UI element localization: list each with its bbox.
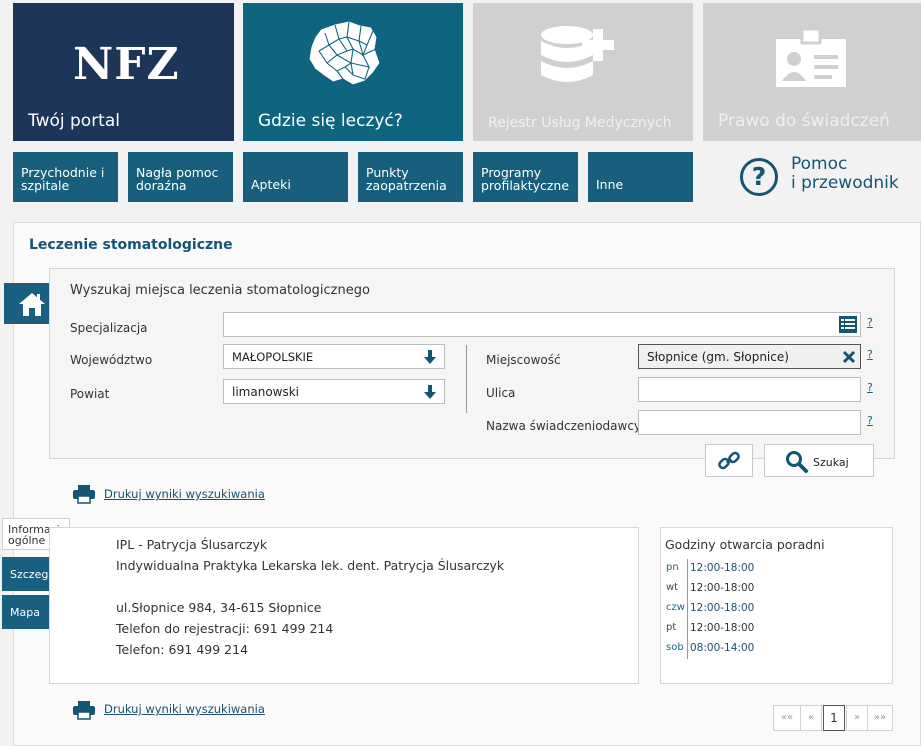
list-icon[interactable] bbox=[839, 316, 857, 333]
ulica-label: Ulica bbox=[486, 386, 516, 400]
provider-full-name: Indywidualna Praktyka Lekarska lek. dent… bbox=[116, 558, 505, 573]
form-column-divider bbox=[466, 345, 467, 413]
print-results-link-bottom[interactable]: Drukuj wyniki wyszukiwania bbox=[104, 702, 265, 716]
tile-prawo-do-swiadczen[interactable]: Prawo do świadczeń bbox=[703, 3, 921, 141]
hours-time: 12:00-18:00 bbox=[690, 622, 755, 634]
clear-x-icon[interactable] bbox=[842, 350, 856, 364]
powiat-label: Powiat bbox=[70, 387, 110, 401]
help-guide-label: Pomoc i przewodnik bbox=[791, 155, 921, 193]
tile-twoj-portal-label: Twój portal bbox=[28, 111, 120, 131]
tile-gdzie-sie-leczyc[interactable]: Gdzie się leczyć? bbox=[243, 3, 463, 141]
search-button[interactable]: Szukaj bbox=[764, 444, 874, 477]
miejscowosc-help[interactable]: ? bbox=[867, 348, 873, 361]
nazwa-swiadczeniodawcy-label: Nazwa świadczeniodawcy bbox=[486, 419, 642, 433]
opening-hours-box: Godziny otwarcia poradni pn 12:00-18:00 … bbox=[660, 527, 893, 684]
dropdown-arrow-icon bbox=[424, 385, 436, 399]
powiat-select[interactable]: limanowski bbox=[223, 379, 445, 404]
hours-time: 12:00-18:00 bbox=[690, 582, 755, 594]
provider-name: IPL - Patrycja Ślusarczyk bbox=[116, 537, 268, 552]
ulica-input[interactable] bbox=[638, 377, 861, 402]
pager-next[interactable]: » bbox=[846, 705, 868, 731]
wojewodztwo-label: Województwo bbox=[70, 353, 153, 367]
provider-info-box: IPL - Patrycja Ślusarczyk Indywidualna P… bbox=[49, 527, 639, 684]
opening-hours-title: Godziny otwarcia poradni bbox=[665, 537, 825, 552]
hours-time: 12:00-18:00 bbox=[690, 562, 755, 574]
tile-gdzie-sie-leczyc-label: Gdzie się leczyć? bbox=[258, 111, 403, 131]
specjalizacja-input[interactable] bbox=[223, 312, 861, 337]
provider-address: ul.Słopnice 984, 34-615 Słopnice bbox=[116, 600, 322, 615]
nazwa-swiadczeniodawcy-input[interactable] bbox=[638, 410, 861, 435]
search-form: Wyszukaj miejsca leczenia stomatologiczn… bbox=[49, 268, 895, 459]
hours-day: pn bbox=[666, 562, 679, 573]
specjalizacja-help[interactable]: ? bbox=[867, 316, 873, 329]
search-form-title: Wyszukaj miejsca leczenia stomatologiczn… bbox=[70, 283, 370, 298]
printer-icon[interactable] bbox=[72, 700, 96, 720]
pager-first[interactable]: «« bbox=[773, 705, 801, 731]
nazwa-swiadczeniodawcy-help[interactable]: ? bbox=[867, 414, 873, 427]
id-card-icon bbox=[776, 27, 846, 87]
provider-phone-registration: Telefon do rejestracji: 691 499 214 bbox=[116, 621, 334, 636]
subtile-nagla-pomoc[interactable]: Nagła pomoc doraźna bbox=[128, 152, 233, 202]
subtile-programy-profilaktyczne[interactable]: Programy profilaktyczne bbox=[473, 152, 578, 202]
help-line-1: Pomoc bbox=[791, 154, 848, 174]
ulica-help[interactable]: ? bbox=[867, 381, 873, 394]
miejscowosc-label: Miejscowość bbox=[486, 353, 561, 367]
wojewodztwo-value: MAŁOPOLSKIE bbox=[232, 350, 314, 364]
pager-current-page[interactable]: 1 bbox=[823, 705, 845, 731]
print-results-link-top[interactable]: Drukuj wyniki wyszukiwania bbox=[104, 487, 265, 501]
tile-twoj-portal[interactable]: NFZ Twój portal bbox=[13, 3, 234, 141]
hours-time: 08:00-14:00 bbox=[690, 642, 755, 654]
subtile-przychodnie[interactable]: Przychodnie i szpitale bbox=[13, 152, 118, 202]
nfz-logo: NFZ bbox=[73, 39, 180, 90]
home-icon bbox=[19, 293, 45, 316]
magnifier-icon bbox=[786, 451, 808, 473]
tile-prawo-do-swiadczen-label: Prawo do świadczeń bbox=[718, 111, 890, 131]
pager-last[interactable]: »» bbox=[867, 705, 893, 731]
subtile-inne[interactable]: Inne bbox=[588, 152, 693, 202]
hours-day: wt bbox=[666, 582, 679, 593]
question-circle-icon: ? bbox=[740, 158, 778, 196]
poland-map-icon bbox=[308, 20, 381, 86]
hours-time: 12:00-18:00 bbox=[690, 602, 755, 614]
wojewodztwo-select[interactable]: MAŁOPOLSKIE bbox=[223, 344, 445, 369]
hours-day: sob bbox=[666, 642, 684, 653]
database-plus-icon bbox=[541, 26, 614, 82]
subtile-punkty-zaopatrzenia[interactable]: Punkty zaopatrzenia bbox=[358, 152, 463, 202]
specjalizacja-label: Specjalizacja bbox=[70, 321, 148, 335]
hours-day: czw bbox=[666, 602, 685, 613]
printer-icon[interactable] bbox=[72, 484, 96, 504]
subtile-apteki[interactable]: Apteki bbox=[243, 152, 348, 202]
tile-rejestr-uslug-medycznych[interactable]: Rejestr Usług Medycznych bbox=[473, 3, 693, 141]
help-line-2: i przewodnik bbox=[791, 173, 899, 193]
miejscowosc-value: Słopnice (gm. Słopnice) bbox=[647, 350, 789, 364]
tile-rejestr-uslug-medycznych-label: Rejestr Usług Medycznych bbox=[488, 115, 672, 131]
link-chain-icon bbox=[718, 451, 740, 470]
powiat-value: limanowski bbox=[232, 385, 300, 399]
search-button-label: Szukaj bbox=[813, 456, 849, 469]
hours-divider bbox=[687, 559, 688, 659]
miejscowosc-input[interactable]: Słopnice (gm. Słopnice) bbox=[638, 344, 861, 369]
copy-link-button[interactable] bbox=[705, 444, 753, 477]
help-guide-link[interactable]: ? Pomoc i przewodnik bbox=[738, 155, 918, 199]
page-title: Leczenie stomatologiczne bbox=[29, 237, 233, 253]
provider-phone: Telefon: 691 499 214 bbox=[116, 642, 249, 657]
pager-prev[interactable]: « bbox=[800, 705, 822, 731]
dropdown-arrow-icon bbox=[424, 350, 436, 364]
hours-day: pt bbox=[666, 622, 677, 633]
